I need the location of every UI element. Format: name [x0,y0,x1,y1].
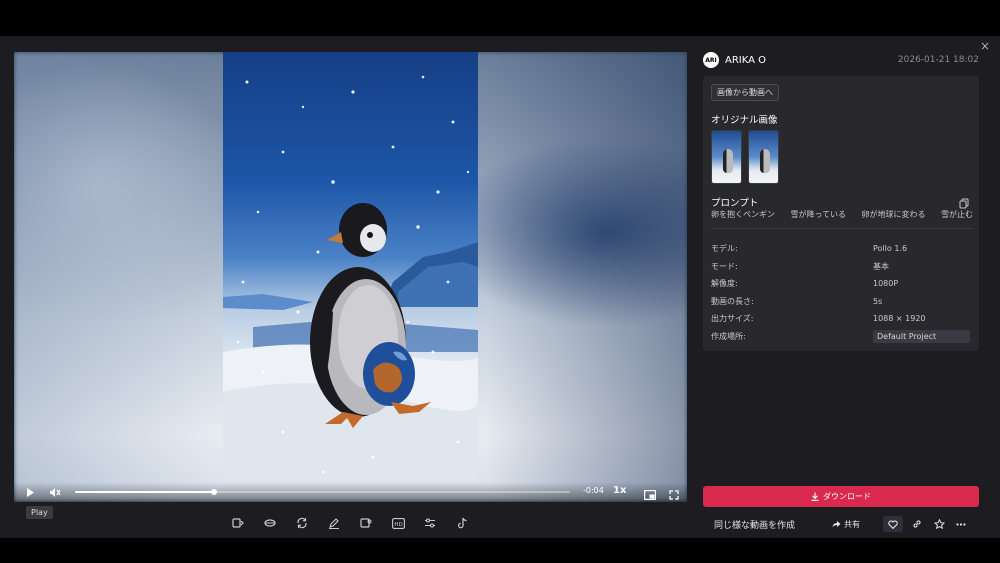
details-card: 画像から動画へ オリジナル画像 プロンプト 卵を抱くペンギン 雪が降っている 卵… [703,76,979,351]
penguin-scene [223,75,478,482]
meta-value: 1088 × 1920 [873,314,926,324]
progress-knob[interactable] [210,489,217,495]
character-icon[interactable] [350,513,382,533]
tiktok-icon[interactable] [446,513,478,533]
download-label: ダウンロード [823,492,871,501]
create-similar-button[interactable]: 同じ様な動画を作成 [714,518,795,531]
meta-row-project: 作成場所: Default Project [711,328,973,346]
progress-bar[interactable] [75,489,570,495]
original-image-thumb[interactable] [748,130,779,184]
meta-value: 5s [873,296,883,306]
play-tooltip: Play [26,506,53,519]
divider [711,228,973,229]
action-row: 同じ様な動画を作成 共有 [703,515,979,533]
copy-link-button[interactable] [907,516,927,532]
prompt-tag: 卵を抱くペンギン [711,210,775,219]
username[interactable]: ARIKA O [725,55,766,66]
close-icon[interactable]: × [978,39,992,53]
meta-value: 基本 [873,261,889,271]
original-image-thumbs [711,130,779,184]
avatar[interactable]: ARI [703,52,719,68]
meta-value: Pollo 1.6 [873,244,908,254]
heart-icon [888,519,898,529]
download-icon [811,492,819,501]
more-icon [956,522,966,526]
edit-toolbar: HD [222,513,478,533]
created-date: 2026-01-21 18:02 [897,55,979,65]
meta-key: 動画の長さ: [711,296,754,306]
meta-key: モード: [711,261,738,271]
meta-value: 1080P [873,279,899,289]
mute-icon[interactable] [45,482,65,502]
download-button[interactable]: ダウンロード [703,486,979,507]
video-player[interactable]: -0:04 1x [14,52,687,502]
meta-row-model: モデル: Pollo 1.6 [711,240,973,258]
meta-key: モデル: [711,244,738,254]
meta-key: 出力サイズ: [711,314,754,324]
prompt-tag: 雪が止む [940,210,973,219]
play-icon[interactable] [20,482,40,502]
video-detail-modal: × -0:04 1x Play HD ARI ARIKA O 2026-01-2… [0,36,1000,538]
like-button[interactable] [883,516,904,532]
copy-icon[interactable] [959,194,969,209]
meta-row-output-size: 出力サイズ: 1088 × 1920 [711,310,973,328]
meta-key: 解像度: [711,279,738,289]
speed-button[interactable]: 1x [613,485,626,496]
prompt-title: プロンプト [711,198,759,209]
adjust-sliders-icon[interactable] [414,513,446,533]
regenerate-icon[interactable] [286,513,318,533]
prompt-tag: 卵が地球に変わる [861,210,926,219]
meta-row-resolution: 解像度: 1080P [711,275,973,293]
share-button[interactable]: 共有 [832,519,860,530]
share-icon [832,521,841,528]
player-controls: -0:04 1x [14,482,687,502]
link-icon [913,520,921,528]
time-remaining: -0:04 [583,486,604,495]
svg-text:HD: HD [394,521,402,527]
star-icon [933,519,945,529]
picture-in-picture-icon[interactable] [640,485,660,502]
more-button[interactable] [951,516,971,532]
original-image-title: オリジナル画像 [711,115,778,126]
share-label: 共有 [844,519,861,529]
extend-icon[interactable] [222,513,254,533]
meta-key: 作成場所: [711,331,746,341]
original-image-thumb[interactable] [711,130,742,184]
mode-chip: 画像から動画へ [711,84,779,101]
meta-row-mode: モード: 基本 [711,258,973,276]
progress-fill [75,491,214,493]
metadata-list: モデル: Pollo 1.6 モード: 基本 解像度: 1080P 動画の長さ:… [711,240,973,345]
fullscreen-icon[interactable] [664,485,684,502]
lip-sync-icon[interactable] [254,513,286,533]
meta-row-duration: 動画の長さ: 5s [711,293,973,311]
user-header: ARI ARIKA O 2026-01-21 18:02 [703,50,979,70]
hd-upscale-icon[interactable]: HD [382,513,414,533]
project-link[interactable]: Default Project [873,329,970,343]
video-frame[interactable] [223,52,478,482]
prompt-tag: 雪が降っている [790,210,847,219]
favorite-button[interactable] [929,516,949,532]
prompt-tags: 卵を抱くペンギン 雪が降っている 卵が地球に変わる 雪が止む [711,209,973,220]
edit-pencil-icon[interactable] [318,513,350,533]
